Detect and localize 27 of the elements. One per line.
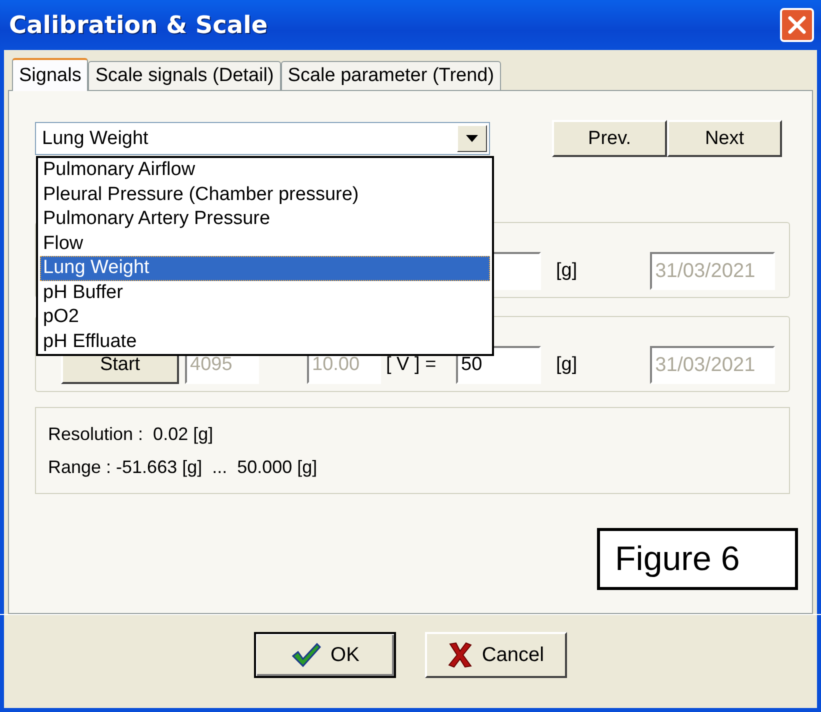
- dropdown-item[interactable]: Flow: [40, 232, 490, 256]
- dropdown-item[interactable]: Pulmonary Artery Pressure: [40, 207, 490, 232]
- cross-icon: [448, 642, 472, 668]
- dropdown-item[interactable]: pH Buffer: [40, 280, 490, 305]
- tab[interactable]: Scale signals (Detail): [88, 61, 281, 90]
- tab[interactable]: Signals: [12, 58, 88, 91]
- dropdown-item[interactable]: Lung Weight: [40, 256, 490, 280]
- unit-label: [g]: [556, 353, 578, 377]
- equation-label: [ V ] =: [386, 353, 438, 377]
- figure-label: Figure 6: [597, 528, 798, 590]
- next-button[interactable]: Next: [667, 120, 782, 157]
- window-title: Calibration & Scale: [9, 11, 268, 39]
- tab[interactable]: Scale parameter (Trend): [280, 61, 502, 90]
- dropdown-item[interactable]: pO2: [40, 305, 490, 330]
- signal-dropdown[interactable]: Lung Weight: [35, 122, 490, 155]
- close-button[interactable]: [780, 8, 814, 42]
- resolution-text: Resolution : 0.02 [g]: [48, 424, 214, 444]
- checkmark-icon: [290, 642, 321, 668]
- close-icon: [788, 16, 806, 34]
- dropdown-item[interactable]: Pulmonary Airflow: [40, 158, 490, 182]
- cancel-button[interactable]: Cancel: [425, 632, 567, 678]
- range-text: Range : -51.663 [g] ... 50.000 [g]: [48, 456, 318, 478]
- prev-button[interactable]: Prev.: [552, 120, 667, 157]
- unit-label: [g]: [556, 259, 578, 283]
- dropdown-item[interactable]: Pleural Pressure (Chamber pressure): [40, 182, 490, 207]
- dropdown-value: Lung Weight: [42, 128, 148, 150]
- ok-button[interactable]: OK: [254, 632, 396, 678]
